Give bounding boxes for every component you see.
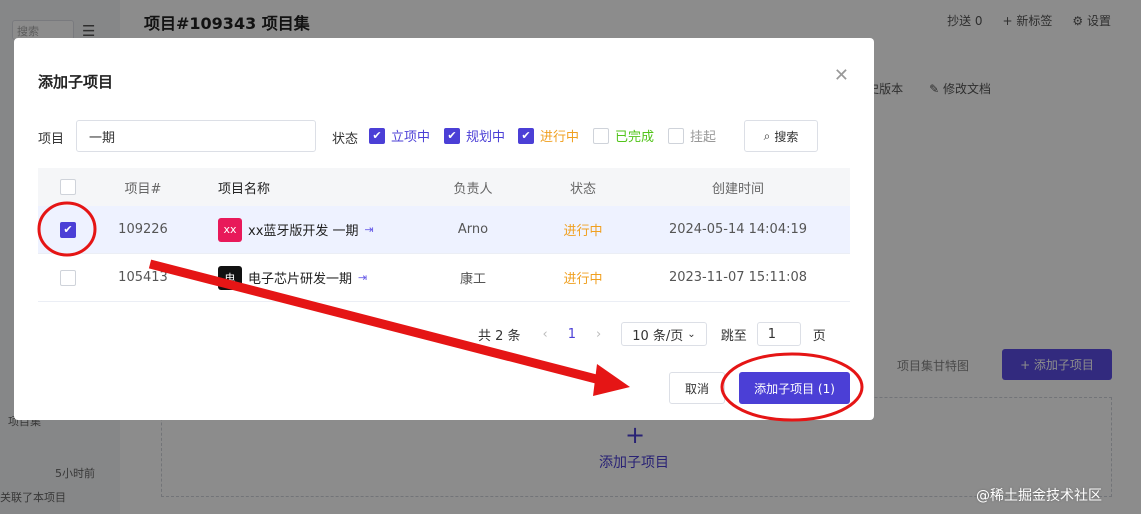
status-option-label: 立项中: [391, 130, 431, 145]
search-button[interactable]: ⌕ 搜索: [744, 120, 818, 152]
table-row[interactable]: 105413 电 电子芯片研发一期 ⇥ 康工 进行中 2023-11-07 15…: [38, 254, 850, 302]
checkbox-checked-icon[interactable]: ✔: [518, 127, 534, 144]
total-count: 共 2 条: [478, 328, 521, 344]
row-id: 109226: [118, 222, 168, 237]
external-link-icon[interactable]: ⇥: [358, 271, 367, 284]
status-option-label: 挂起: [690, 130, 717, 145]
modal-title: 添加子项目: [38, 73, 114, 91]
project-filter-input[interactable]: [76, 120, 316, 152]
row-name[interactable]: xx蓝牙版开发 一期: [248, 220, 359, 239]
external-link-icon[interactable]: ⇥: [365, 223, 374, 236]
project-filter-label: 项目: [38, 132, 65, 147]
chevron-down-icon: ⌄: [687, 328, 696, 340]
page-suffix: 页: [812, 328, 826, 344]
row-status: 进行中: [563, 272, 603, 287]
jump-input[interactable]: 1: [756, 322, 801, 346]
next-page-icon[interactable]: ›: [596, 327, 601, 342]
close-icon[interactable]: ✕: [834, 65, 849, 86]
status-checkbox-2[interactable]: ✔ 规划中: [444, 126, 505, 145]
checkbox-unchecked-icon[interactable]: [668, 127, 684, 144]
confirm-add-button[interactable]: 添加子项目 (1): [739, 372, 850, 404]
checkbox-checked-icon[interactable]: ✔: [369, 127, 385, 144]
watermark: @稀土掘金技术社区: [976, 488, 1102, 504]
search-icon: ⌕: [763, 128, 771, 143]
table-header: 项目# 项目名称 负责人 状态 创建时间: [38, 168, 850, 206]
row-owner: 康工: [459, 272, 486, 287]
page-size-select[interactable]: 10 条/页 ⌄: [621, 322, 707, 346]
status-option-label: 规划中: [466, 130, 506, 145]
add-subproject-modal: 添加子项目 ✕ 项目 状态 ✔ 立项中 ✔ 规划中 ✔ 进行中 已完成 挂起 ⌕…: [14, 38, 874, 420]
status-option-label: 进行中: [540, 130, 580, 145]
page-number[interactable]: 1: [568, 327, 576, 342]
header-id: 项目#: [124, 181, 162, 197]
avatar: 电: [218, 265, 242, 290]
row-status: 进行中: [563, 224, 603, 239]
row-id: 105413: [118, 270, 168, 285]
status-filter-label: 状态: [332, 132, 359, 147]
pagination: 共 2 条 ‹ 1 › 10 条/页 ⌄ 跳至 1 页: [478, 322, 826, 346]
status-option-label: 已完成: [615, 130, 655, 145]
status-checkbox-4[interactable]: 已完成: [593, 126, 654, 145]
page-size-label: 10 条/页: [632, 328, 684, 344]
cancel-button[interactable]: 取消: [669, 372, 725, 404]
checkbox-unchecked-icon[interactable]: [593, 127, 609, 144]
header-name: 项目名称: [218, 181, 271, 197]
header-created: 创建时间: [711, 181, 764, 197]
row-checkbox[interactable]: [60, 269, 76, 286]
prev-page-icon[interactable]: ‹: [543, 327, 548, 342]
search-button-label: 搜索: [774, 129, 799, 144]
row-created: 2024-05-14 14:04:19: [668, 222, 808, 237]
header-status: 状态: [569, 181, 596, 197]
row-created: 2023-11-07 15:11:08: [668, 270, 808, 285]
select-all-checkbox[interactable]: [60, 179, 76, 195]
project-table: 项目# 项目名称 负责人 状态 创建时间 ✔ 109226 xx xx蓝牙版开发…: [38, 168, 850, 302]
checkbox-checked-icon[interactable]: ✔: [444, 127, 460, 144]
row-owner: Arno: [457, 222, 489, 237]
header-owner: 负责人: [453, 181, 493, 197]
jump-label: 跳至: [720, 328, 747, 344]
status-checkbox-1[interactable]: ✔ 立项中: [369, 126, 430, 145]
status-checkbox-5[interactable]: 挂起: [668, 126, 716, 145]
table-row[interactable]: ✔ 109226 xx xx蓝牙版开发 一期 ⇥ Arno 进行中 2024-0…: [38, 206, 850, 254]
row-name[interactable]: 电子芯片研发一期: [248, 268, 352, 287]
row-checkbox[interactable]: ✔: [60, 221, 76, 238]
avatar: xx: [218, 217, 242, 242]
status-checkbox-3[interactable]: ✔ 进行中: [518, 126, 579, 145]
